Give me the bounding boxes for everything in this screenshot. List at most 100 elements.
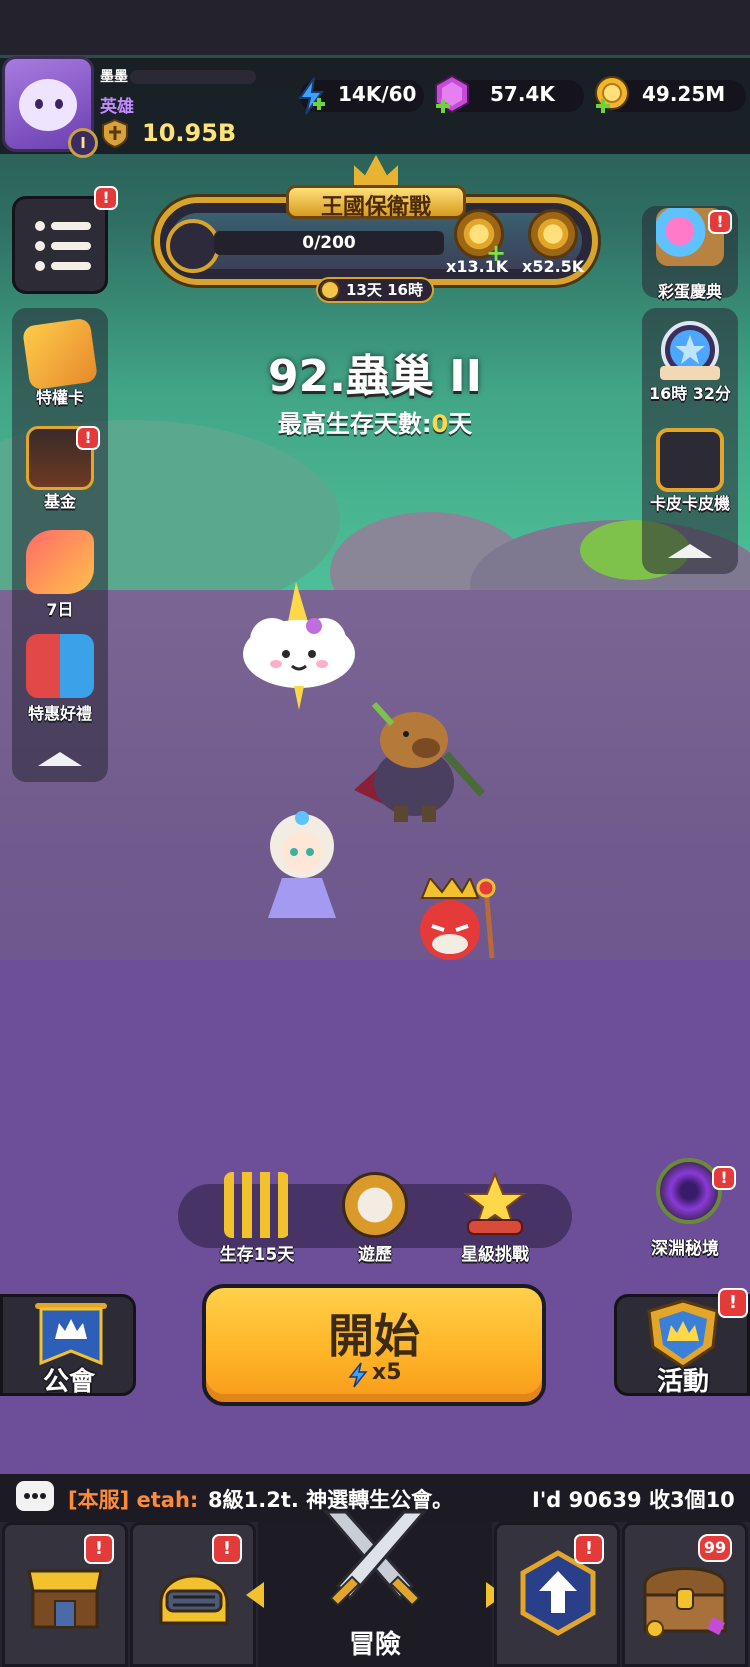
survive-days-button[interactable]: 生存15天: [202, 1172, 312, 1272]
collapse-arrow-icon[interactable]: [38, 752, 82, 766]
best-days-unit: 天: [448, 410, 473, 438]
power-icon: [102, 118, 128, 148]
guild-label: 公會: [43, 1367, 96, 1397]
best-days-value: 0: [431, 410, 449, 438]
menu-dot: [35, 261, 45, 271]
banner-title: 王國保衛戰: [320, 195, 431, 220]
red-king-character: [420, 878, 496, 960]
best-survival-days: 最高生存天數:0天: [0, 404, 750, 439]
main-menu-button[interactable]: [12, 196, 108, 294]
gems-value: 57.4K: [490, 82, 555, 106]
event-progress-text: 0/200: [302, 233, 356, 253]
star-challenge-label: 星級挑戰: [461, 1245, 529, 1265]
energy-value: 14K/60: [338, 82, 417, 106]
menu-line: [51, 242, 91, 250]
travel-button[interactable]: 遊歷: [320, 1172, 430, 1272]
avatar-face: [19, 79, 77, 131]
gift-pack-label: 特惠好禮: [27, 704, 92, 723]
compass-icon: [342, 1172, 408, 1238]
crossed-swords-icon: [322, 1510, 428, 1607]
nav-left-arrow-icon: [246, 1582, 264, 1608]
reward-amount-2: x52.5K: [522, 257, 585, 276]
menu-dot: [35, 241, 45, 251]
seven-day-icon: [26, 530, 94, 594]
collapse-arrow-icon[interactable]: [668, 544, 712, 558]
fund-label: 基金: [43, 492, 76, 511]
stage-title: 92.蟲巢 II: [267, 351, 482, 402]
chat-dot: [40, 1493, 46, 1499]
survive-days-label: 生存15天: [219, 1245, 295, 1265]
capsule-machine-icon: [656, 428, 724, 492]
reward-coin-icon: [528, 209, 578, 259]
crown-shield-icon: [647, 1299, 719, 1369]
chat-message-next: I'd 90639 收3個10: [532, 1488, 735, 1512]
chat-dot: [24, 1493, 30, 1499]
menu-line: [51, 262, 91, 270]
helmet-icon: [159, 1574, 229, 1625]
reward-amount-1: x13.1K: [446, 257, 509, 276]
notification-badge: !: [212, 1534, 242, 1564]
capsule-machine-label: 卡皮卡皮機: [649, 494, 730, 513]
gem-icon: [435, 74, 469, 114]
cloud-pet-character: [243, 582, 355, 710]
player-level-badge: I: [68, 128, 98, 158]
egg-festival-label: 彩蛋慶典: [657, 282, 722, 301]
notification-badge: !: [718, 1288, 748, 1318]
notification-badge: !: [84, 1534, 114, 1564]
start-button[interactable]: 開始 x5: [202, 1284, 546, 1406]
menu-icon: [35, 221, 45, 231]
start-label: 開始: [328, 1309, 420, 1363]
game-screen: I 墨墨 英雄 10.95B 14K/60 57.4K 49.25M 王國保衛戰: [0, 0, 750, 1667]
gold-value: 49.25M: [642, 82, 726, 106]
capsule-machine-button[interactable]: 卡皮卡皮機: [642, 424, 738, 520]
notification-badge: !: [76, 426, 100, 450]
notification-badge: !: [574, 1534, 604, 1564]
guild-banner-icon: [35, 1303, 107, 1366]
privilege-card-label: 特權卡: [35, 388, 84, 407]
capybara-hero-character: [354, 701, 485, 822]
avatar-eye: [35, 99, 43, 109]
player-name-bar: [130, 70, 256, 84]
star-event-button[interactable]: 16時 32分: [642, 318, 738, 414]
gift-pack-button[interactable]: 特惠好禮: [12, 630, 108, 726]
notification-badge: !: [94, 186, 118, 210]
privilege-card-icon: [21, 317, 99, 391]
best-days-label: 最高生存天數:: [277, 410, 432, 438]
energy-bolt-icon: [298, 77, 325, 115]
player-title: 英雄: [100, 97, 134, 117]
start-cost: x5: [372, 1360, 402, 1385]
chat-dot: [32, 1493, 38, 1499]
privilege-card-button[interactable]: 特權卡: [12, 317, 108, 414]
nav-adventure-label: 冒險: [348, 1630, 401, 1660]
seven-day-label: 7日: [46, 600, 74, 619]
seven-day-button[interactable]: 7日: [12, 526, 108, 622]
gift-box-icon: [26, 634, 94, 698]
menu-line: [51, 222, 91, 230]
treasure-chest-icon: [643, 1567, 727, 1638]
player-name: 墨墨: [100, 69, 128, 85]
ice-maiden-character: [268, 811, 336, 918]
horn-icon: [166, 219, 220, 273]
star-event-timer: 16時 32分: [648, 384, 732, 403]
star-trophy-icon: [463, 1172, 527, 1235]
clock-icon: [320, 280, 340, 300]
avatar-eye: [55, 99, 63, 109]
notification-badge: !: [712, 1166, 736, 1190]
travel-label: 遊歷: [358, 1245, 392, 1265]
gold-coin-icon: [595, 76, 629, 113]
status-bar-area: [0, 0, 750, 55]
player-power: 10.95B: [142, 119, 237, 147]
events-label: 活動: [657, 1367, 710, 1397]
star-challenge-button[interactable]: 星級挑戰: [440, 1172, 550, 1272]
chat-channel-tag: [本服] etah:: [68, 1488, 199, 1512]
guild-button[interactable]: 公會: [0, 1294, 136, 1397]
abyss-realm-label: 深淵秘境: [651, 1239, 719, 1259]
chest-count-badge: 99: [698, 1534, 732, 1562]
notification-badge: !: [708, 210, 732, 234]
event-timer: 13天 16時: [346, 281, 423, 299]
star-badge-icon: [660, 321, 720, 380]
energy-bolt-icon: [348, 1362, 368, 1388]
portal-icon: [656, 1158, 722, 1224]
event-banner[interactable]: 王國保衛戰 0/200 + x13.1K x52.5K 13天 16時: [136, 155, 616, 303]
gate-icon: [224, 1172, 290, 1238]
